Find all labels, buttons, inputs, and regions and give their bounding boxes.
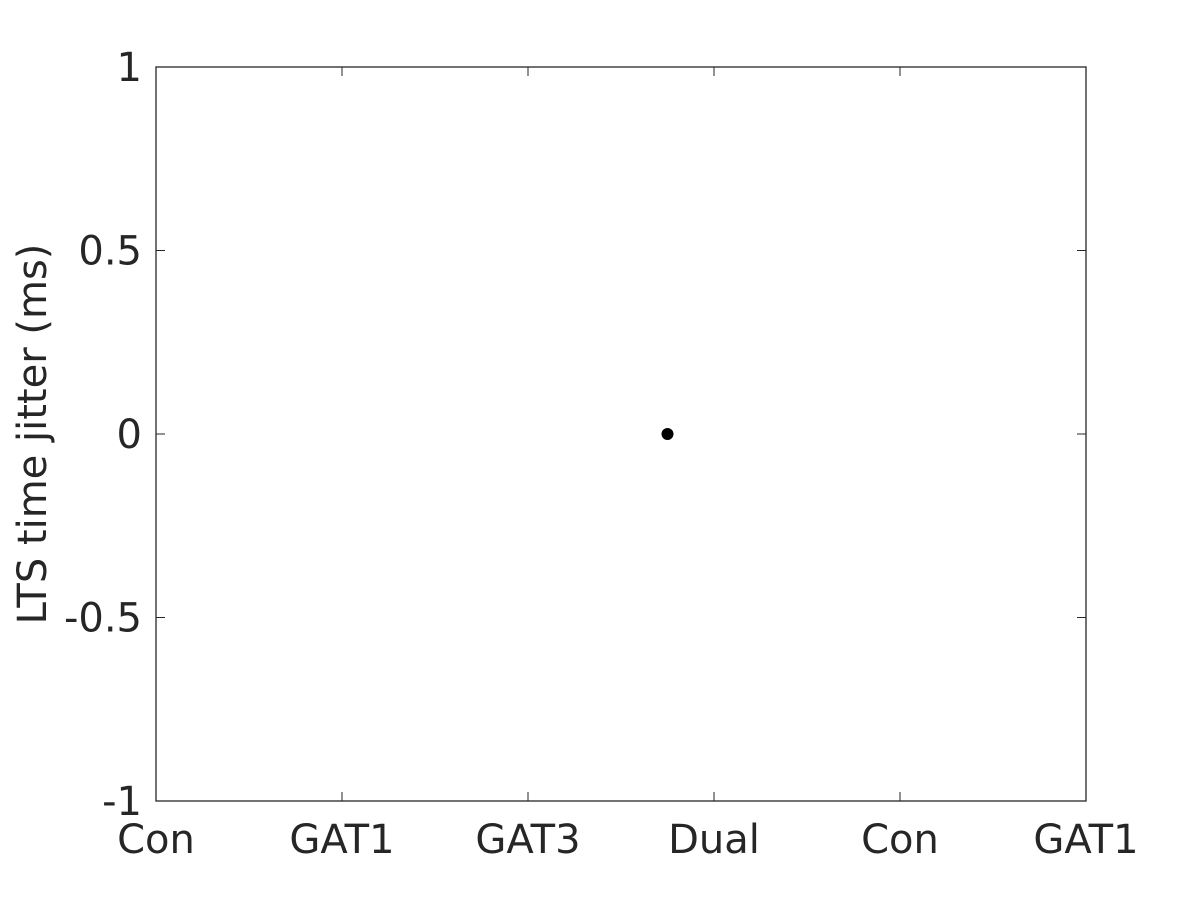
y-tick-label: -0.5	[64, 596, 142, 642]
data-series	[661, 428, 674, 440]
y-tick-label: 0.5	[78, 229, 142, 275]
y-tick-label: 0	[117, 412, 142, 458]
data-point	[661, 428, 674, 440]
y-tick-label: 1	[117, 45, 142, 91]
y-tick-label: -1	[102, 779, 142, 825]
x-tick-label: GAT1	[289, 817, 394, 863]
x-tick-label: Con	[861, 817, 939, 863]
x-tick-label: Dual	[668, 817, 760, 863]
x-tick-label: GAT3	[475, 817, 580, 863]
y-axis-label: LTS time jitter (ms)	[10, 244, 56, 625]
chart-background	[0, 0, 1200, 900]
x-tick-label: GAT1	[1033, 817, 1138, 863]
chart: Con GAT1 GAT3 Dual Con GAT1 -1-0.500.51 LTS t…	[0, 0, 1200, 900]
